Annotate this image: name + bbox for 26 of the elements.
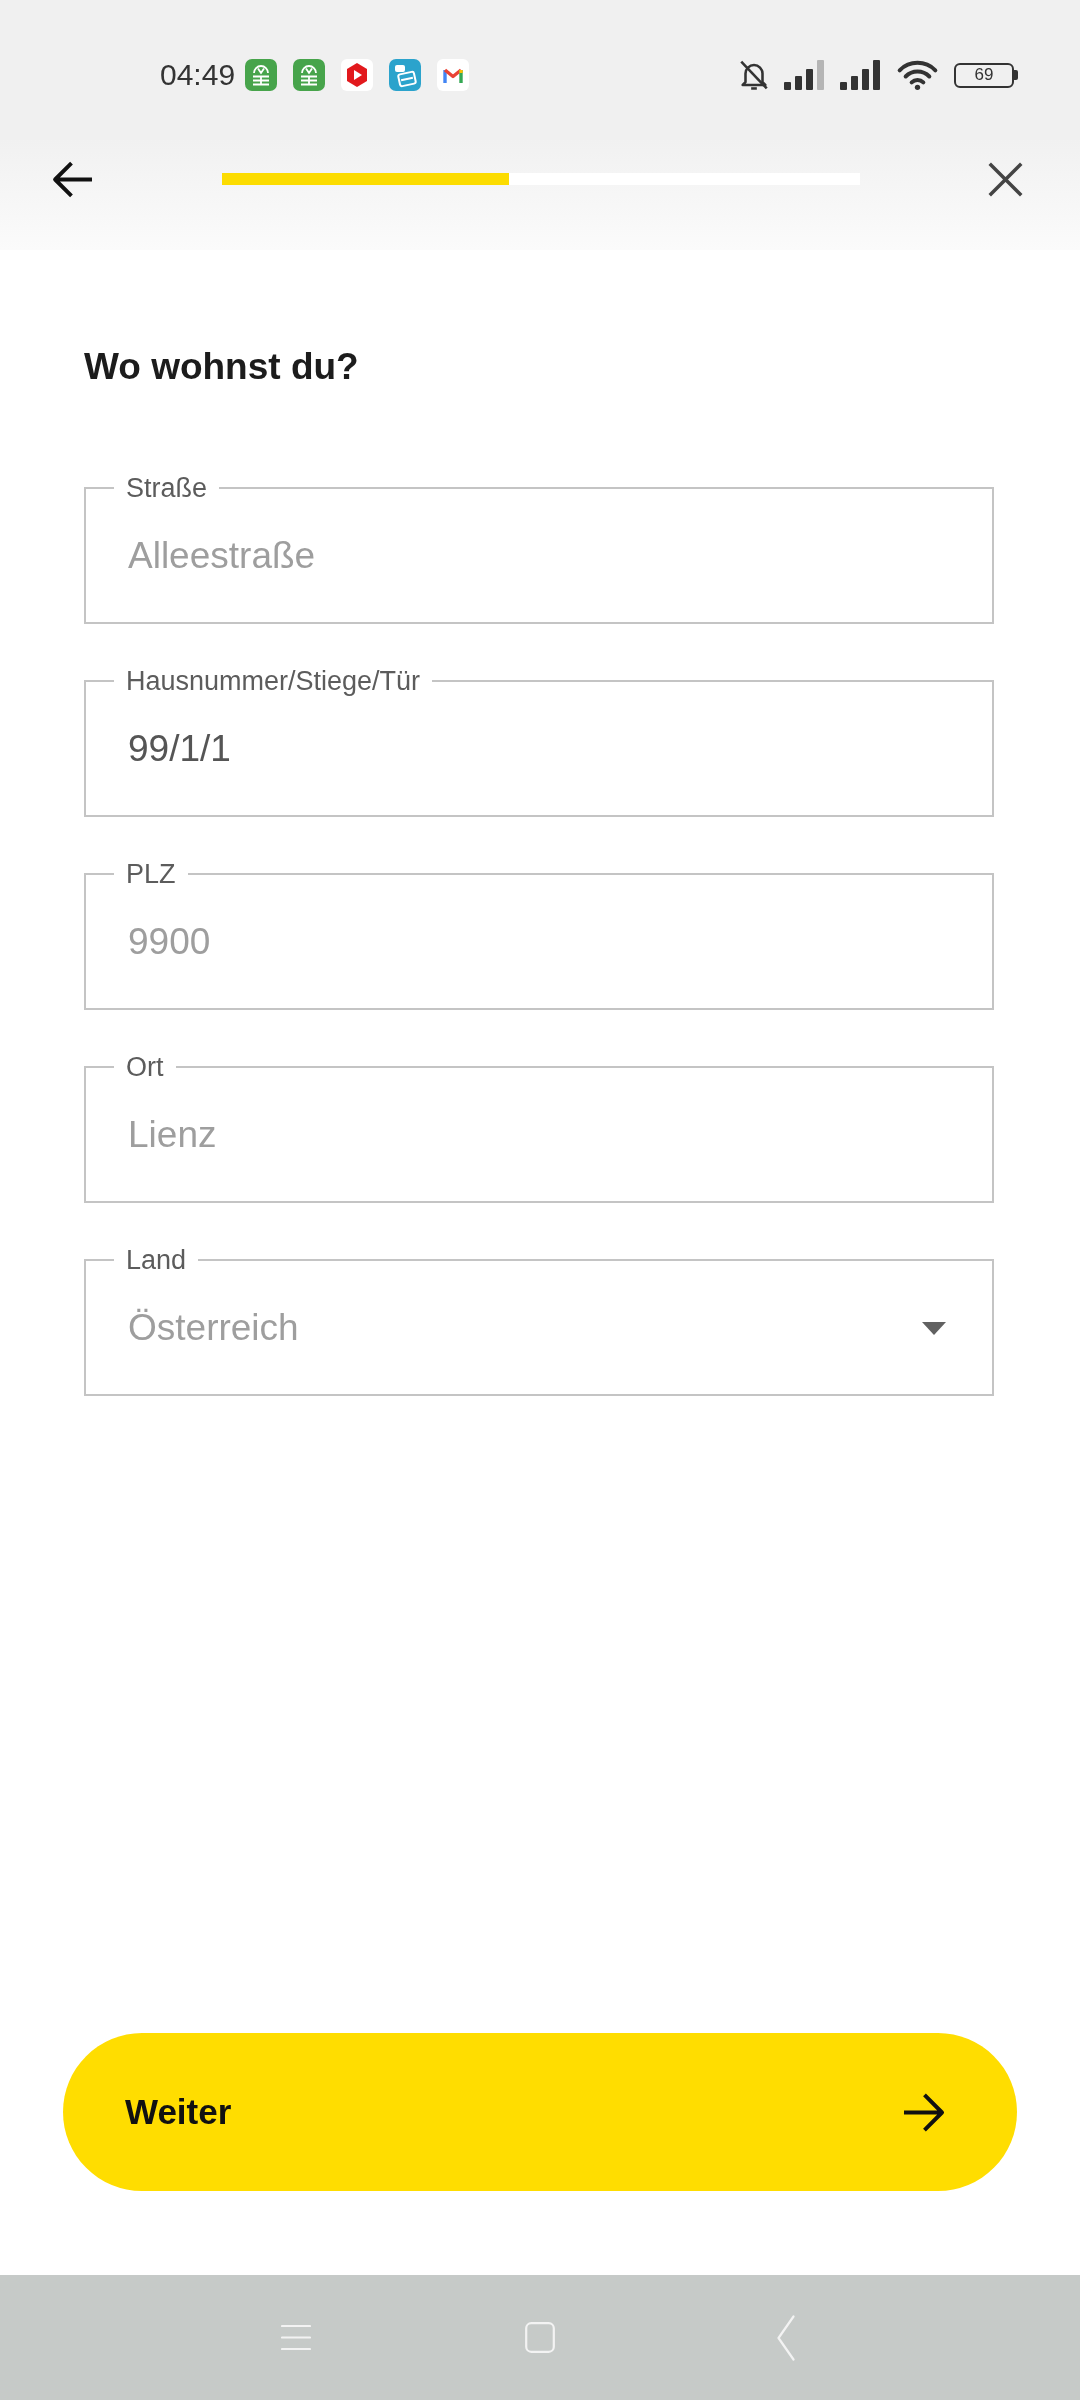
app-icon — [245, 59, 278, 91]
arrow-right-icon — [902, 2091, 945, 2133]
field-label: Ort — [125, 1051, 165, 1083]
battery-indicator: 69 — [954, 62, 1018, 88]
field-label: Land — [125, 1244, 188, 1276]
bell-off-icon — [737, 58, 771, 92]
home-square-icon[interactable] — [525, 2322, 555, 2353]
field-label: Straße — [125, 472, 209, 504]
next-button[interactable]: Weiter — [63, 2033, 1017, 2191]
back-chevron-icon[interactable] — [777, 2314, 795, 2361]
card-app-icon — [389, 59, 422, 91]
field-placeholder: Lienz — [128, 1113, 218, 1157]
field-label: Hausnummer/Stiege/Tür — [125, 665, 422, 697]
field-placeholder: Alleestraße — [128, 534, 317, 578]
app-icon — [293, 59, 326, 91]
field-placeholder: 9900 — [128, 920, 212, 964]
field-value: 99/1/1 — [128, 727, 232, 771]
wifi-icon — [896, 60, 939, 90]
page-title: Wo wohnst du? — [84, 345, 360, 389]
field-placeholder: Österreich — [128, 1306, 300, 1350]
mail-icon — [437, 59, 470, 91]
caret-down-icon — [922, 1321, 946, 1335]
close-icon[interactable] — [988, 161, 1023, 197]
field-label: PLZ — [125, 858, 177, 890]
menu-icon[interactable] — [281, 2324, 311, 2351]
status-time: 04:49 — [160, 58, 236, 92]
